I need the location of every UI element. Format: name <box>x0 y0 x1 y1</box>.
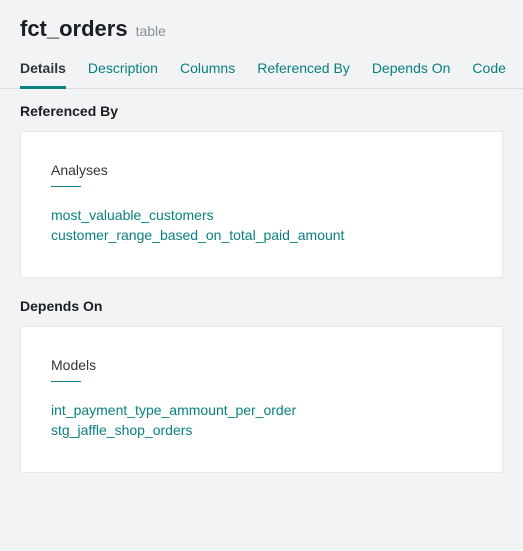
tab-depends-on[interactable]: Depends On <box>372 60 451 88</box>
ref-link[interactable]: stg_jaffle_shop_orders <box>51 422 192 438</box>
section-title-depends-on: Depends On <box>20 298 503 314</box>
tab-referenced-by[interactable]: Referenced By <box>257 60 350 88</box>
page-subtitle: table <box>136 23 166 39</box>
link-list-analyses: most_valuable_customers customer_range_b… <box>51 207 472 243</box>
section-referenced-by: Referenced By Analyses most_valuable_cus… <box>0 89 523 278</box>
card-referenced-by: Analyses most_valuable_customers custome… <box>20 131 503 278</box>
ref-link[interactable]: customer_range_based_on_total_paid_amoun… <box>51 227 344 243</box>
link-list-models: int_payment_type_ammount_per_order stg_j… <box>51 402 472 438</box>
section-title-referenced-by: Referenced By <box>20 103 503 119</box>
tab-bar: Details Description Columns Referenced B… <box>0 60 523 89</box>
ref-link[interactable]: int_payment_type_ammount_per_order <box>51 402 296 418</box>
ref-link[interactable]: most_valuable_customers <box>51 207 214 223</box>
tab-description[interactable]: Description <box>88 60 158 88</box>
group-underline <box>51 186 81 187</box>
tab-code[interactable]: Code <box>472 60 505 88</box>
group-underline <box>51 381 81 382</box>
title-row: fct_orders table <box>20 16 503 42</box>
card-depends-on: Models int_payment_type_ammount_per_orde… <box>20 326 503 473</box>
section-depends-on: Depends On Models int_payment_type_ammou… <box>0 284 523 473</box>
page-header: fct_orders table <box>0 0 523 42</box>
group-title-models: Models <box>51 357 472 373</box>
page-title: fct_orders <box>20 16 128 42</box>
tab-details[interactable]: Details <box>20 60 66 89</box>
group-title-analyses: Analyses <box>51 162 472 178</box>
tab-columns[interactable]: Columns <box>180 60 235 88</box>
